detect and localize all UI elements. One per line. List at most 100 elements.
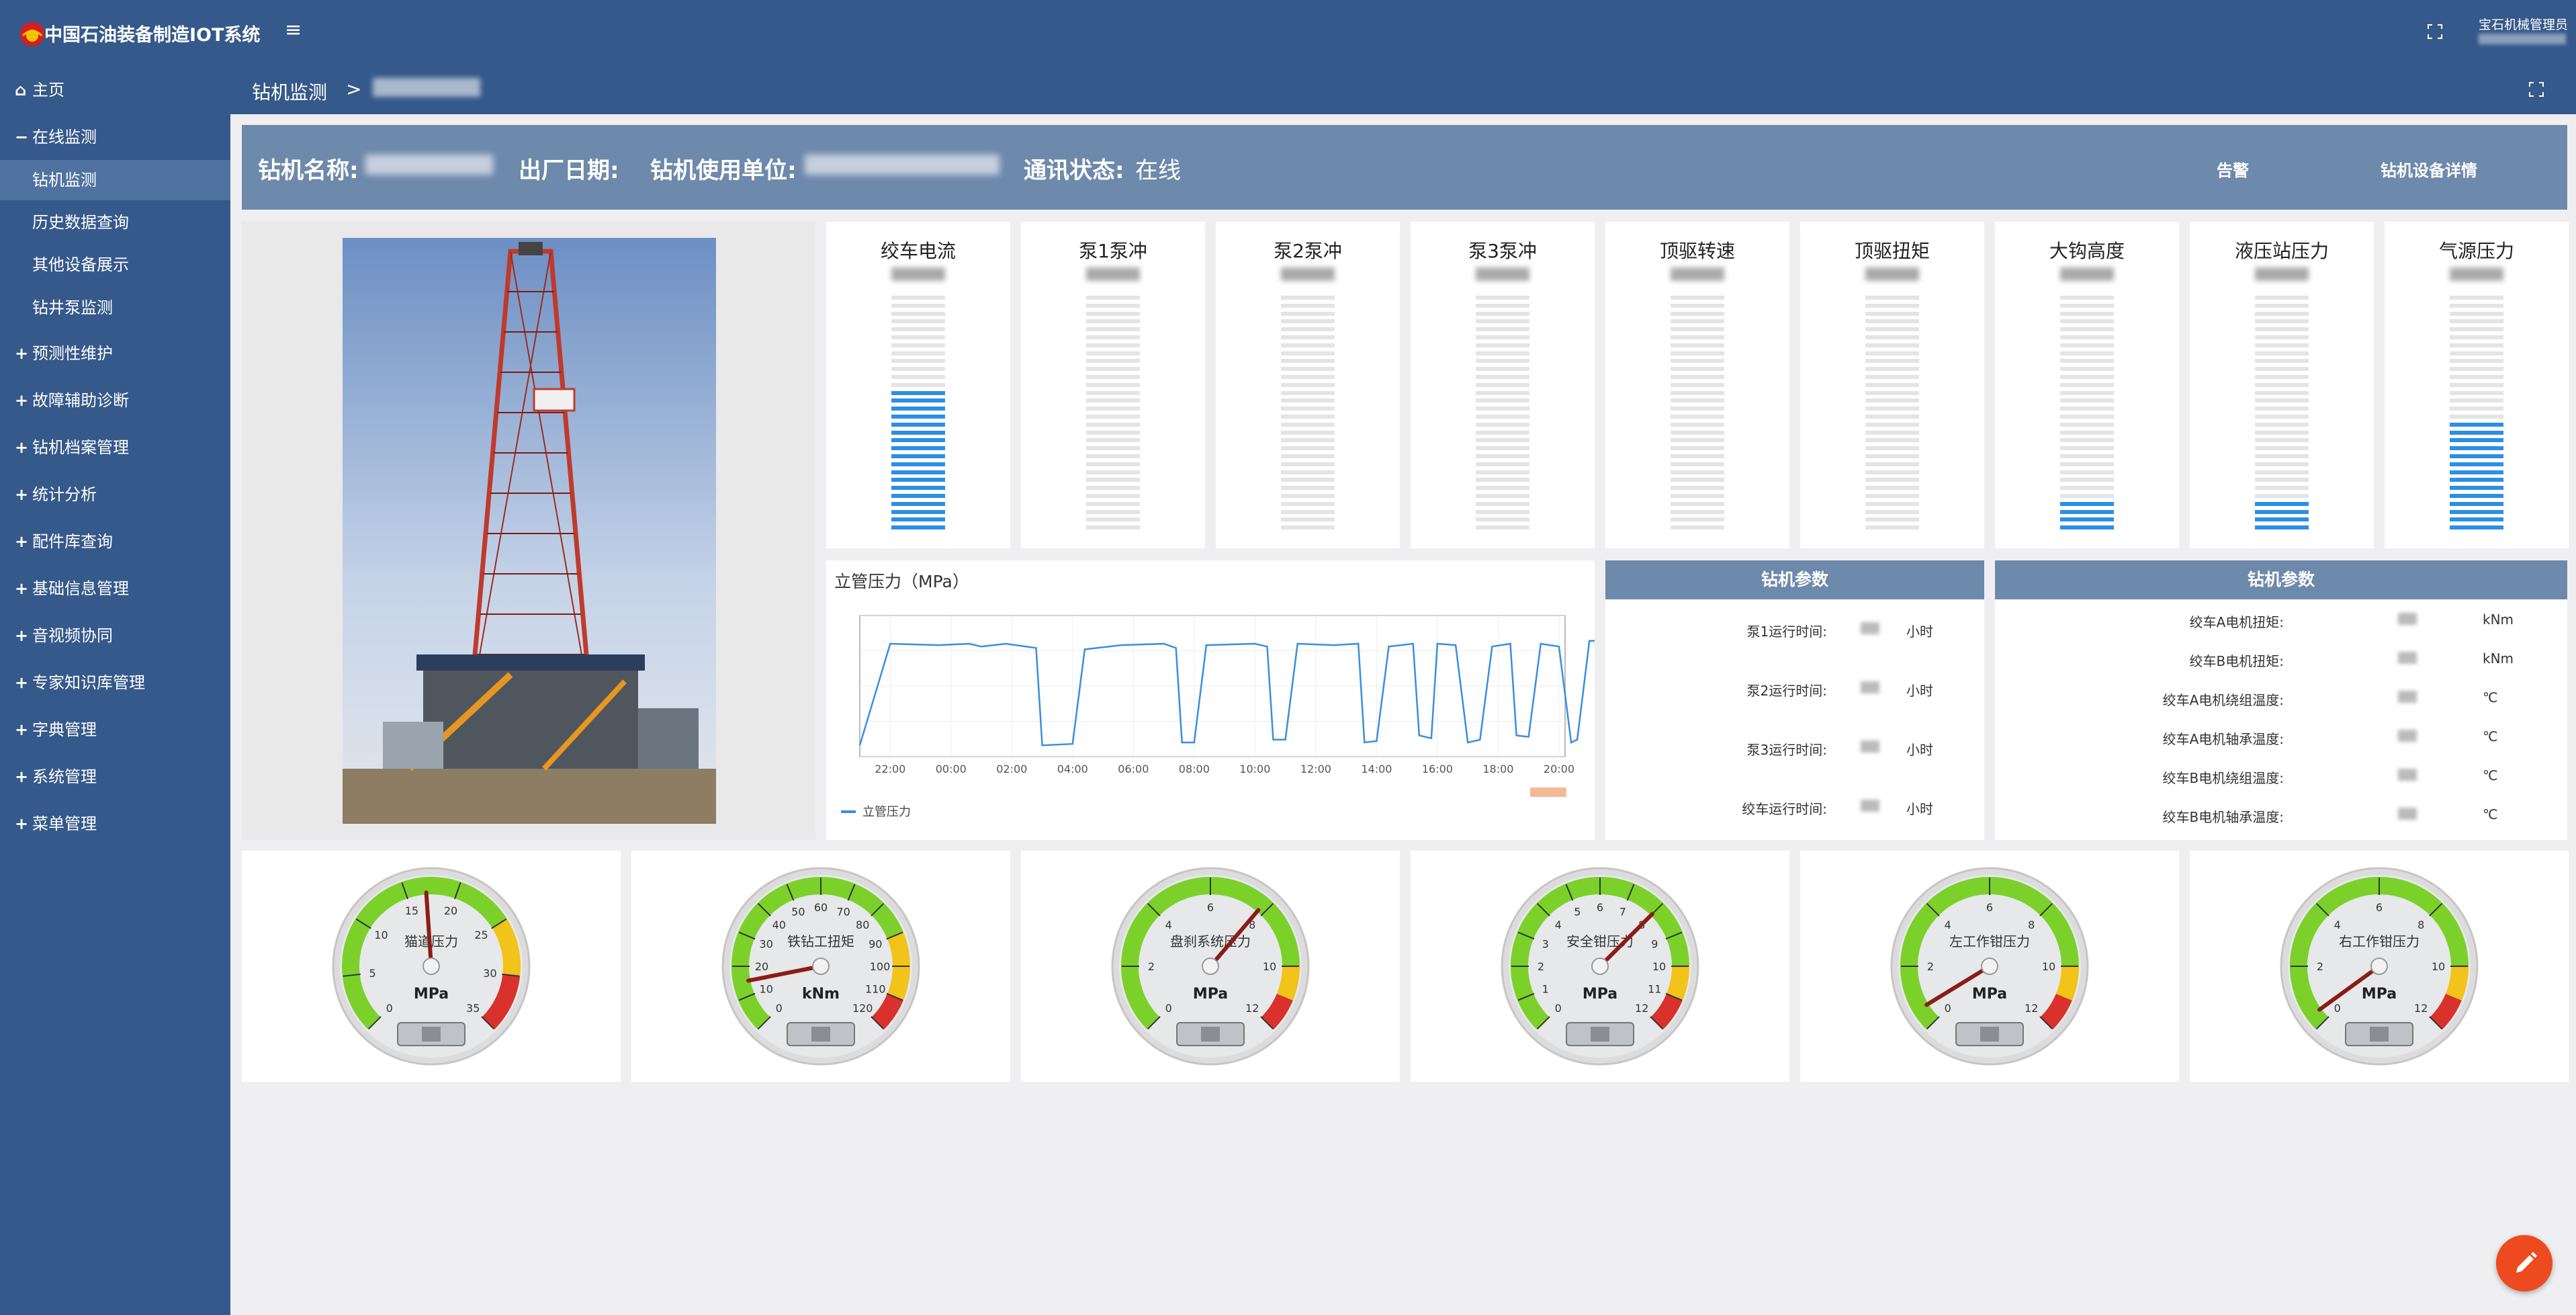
gauge-bar-segment (891, 343, 945, 347)
dial-band (2445, 966, 2469, 1001)
dial-tick-label: 6 (2376, 901, 2383, 914)
fullscreen-icon[interactable] (2428, 24, 2442, 39)
breadcrumb-item[interactable]: 钻机监测 (252, 78, 327, 105)
x-tick-label: 20:00 (1544, 763, 1574, 775)
gauge-bar-segment (1865, 311, 1919, 316)
gauge-bar-segment (2255, 382, 2309, 387)
gauge-bar-segment (1281, 422, 1335, 427)
toolbox-icon[interactable] (1530, 788, 1566, 797)
gauge-bar-segment (2450, 517, 2503, 522)
bar-gauge-value-redacted (1671, 267, 1724, 281)
bar-gauge-bars (891, 296, 945, 534)
dial-tick-label: 5 (1574, 906, 1581, 919)
sidebar-item-basic-info[interactable]: + 基础信息管理 (0, 568, 230, 609)
gauge-bar-segment (1086, 446, 1140, 451)
x-tick-label: 14:00 (1361, 763, 1392, 775)
gauge-bar-segment (2450, 407, 2503, 411)
sidebar-subitem-history[interactable]: 历史数据查询 (0, 202, 230, 243)
gauge-bar-segment (1086, 335, 1140, 339)
gauge-bar-segment (1865, 407, 1919, 411)
dial-tick-label: 12 (1635, 1002, 1648, 1015)
dial-hub (1202, 958, 1219, 975)
bar-gauge-bars (2060, 296, 2114, 534)
expand-panel-icon[interactable] (2529, 82, 2544, 97)
gauge-bar-segment (1476, 407, 1529, 411)
bar-gauge-value-redacted (1476, 267, 1529, 281)
sidebar-item-online-monitoring[interactable]: − 在线监测 (0, 117, 230, 157)
param-value-redacted (2398, 652, 2417, 664)
gauge-bar-segment (1086, 367, 1140, 372)
dial-hub (423, 958, 440, 975)
gauge-bar-segment (1865, 525, 1919, 530)
gauge-bar-segment (891, 470, 945, 474)
pressure-dial-gauge: 024681012盘刹系统压力MPa (1111, 867, 1310, 1066)
sidebar-item-statistics[interactable]: + 统计分析 (0, 474, 230, 515)
sidebar-item-fault[interactable]: + 故障辅助诊断 (0, 380, 230, 421)
gauge-bar-segment (891, 390, 945, 395)
gauge-bar-segment (1086, 422, 1140, 427)
gauge-bar-segment (2255, 446, 2309, 451)
gauge-bar-segment (1476, 430, 1529, 435)
sidebar-item-predictive[interactable]: + 预测性维护 (0, 333, 230, 374)
pencil-icon (2516, 1252, 2537, 1273)
sidebar-item-knowledge[interactable]: + 专家知识库管理 (0, 663, 230, 703)
sidebar-subitem-pump[interactable]: 钻井泵监测 (0, 288, 230, 328)
gauge-bar-segment (1865, 422, 1919, 427)
gauge-bar-segment (1086, 351, 1140, 355)
sidebar-subitem-rig-monitoring[interactable]: 钻机监测 (0, 160, 230, 200)
gauge-bar-segment (1671, 296, 1724, 300)
param-label: 绞车A电机绕组温度: (2162, 692, 2284, 708)
gauge-bar-segment (1086, 303, 1140, 308)
param-unit: ℃ (2483, 728, 2498, 745)
standpipe-pressure-chart[interactable]: 22:00 00:00 02:00 04:00 06:00 08:00 10:00 12:00… (826, 560, 1595, 840)
gauge-bar-segment (1671, 375, 1724, 379)
rig-detail-link[interactable]: 钻机设备详情 (2381, 157, 2477, 181)
sidebar-item-system[interactable]: + 系统管理 (0, 757, 230, 797)
expand-icon: + (15, 626, 29, 645)
sidebar-item-av[interactable]: + 音视频协同 (0, 616, 230, 656)
edit-button[interactable] (2496, 1235, 2552, 1291)
gauge-bar-segment (2450, 359, 2503, 364)
bar-gauge-card: 大钩高度 (1995, 222, 2179, 548)
gauge-bar-segment (1476, 525, 1529, 530)
gauge-bar-segment (1281, 454, 1335, 458)
gauge-bar-segment (1865, 415, 1919, 419)
sidebar-item-parts[interactable]: + 配件库查询 (0, 521, 230, 562)
gauge-bar-segment (2060, 327, 2114, 332)
x-tick-label: 12:00 (1300, 763, 1331, 775)
gauge-bar-segment (1865, 375, 1919, 379)
rig-params-panel-left: 钻机参数 泵1运行时间: 小时 泵2运行时间: 小时 泵3运行时间: 小时 绞车… (1605, 560, 1984, 840)
gauge-bar-segment (1476, 319, 1529, 324)
gauge-bar-segment (1671, 359, 1724, 364)
gauge-bar-segment (1281, 438, 1335, 443)
dial-label: 铁钻工扭矩 (787, 933, 854, 949)
sidebar-subitem-other-devices[interactable]: 其他设备展示 (0, 245, 230, 285)
gauge-bar-segment (1865, 398, 1919, 403)
gauge-bar-segment (1086, 319, 1140, 324)
sidebar-item-archive[interactable]: + 钻机档案管理 (0, 427, 230, 468)
gauge-bar-segment (2255, 517, 2309, 522)
sidebar-item-menu[interactable]: + 菜单管理 (0, 804, 230, 844)
menu-toggle-icon[interactable]: ≡ (285, 18, 302, 42)
gauge-bar-segment (891, 303, 945, 308)
gauge-bar-segment (1865, 430, 1919, 435)
gauge-bar-segment (1086, 438, 1140, 443)
gauge-bar-segment (1476, 359, 1529, 364)
gauge-bar-segment (2060, 415, 2114, 419)
gauge-bar-segment (1281, 327, 1335, 332)
rig-name-label: 钻机名称: (258, 157, 359, 184)
user-name[interactable]: 宝石机械管理员 (2479, 15, 2568, 33)
sidebar-item-home[interactable]: ⌂ 主页 (0, 70, 230, 110)
param-value-redacted (2398, 691, 2417, 703)
gauge-bar-segment (1281, 470, 1335, 474)
gauge-bar-segment (2255, 303, 2309, 308)
gauge-bar-segment (1086, 430, 1140, 435)
dial-tick-label: 50 (791, 906, 805, 919)
param-label: 绞车B电机绕组温度: (2162, 770, 2284, 786)
sidebar-item-dictionary[interactable]: + 字典管理 (0, 710, 230, 750)
gauge-bar-segment (1671, 470, 1724, 474)
legend-label[interactable]: 立管压力 (862, 805, 911, 819)
gauge-bar-segment (2450, 478, 2503, 482)
dial-tick-label: 100 (870, 960, 891, 973)
alarm-link[interactable]: 告警 (2217, 157, 2249, 181)
